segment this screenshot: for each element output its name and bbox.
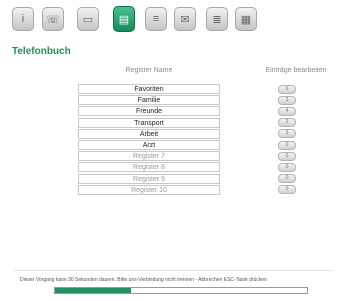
edit-entries-button[interactable]: 0	[278, 174, 296, 184]
edit-entries-button[interactable]: 0	[278, 162, 296, 172]
register-row[interactable]: Arzt	[78, 140, 220, 150]
answering-machine-icon[interactable]: ▭	[77, 7, 99, 31]
register-row[interactable]: Register 7	[78, 151, 220, 162]
edit-entries-button[interactable]: 2	[278, 118, 296, 128]
register-row[interactable]: Register 9	[78, 173, 220, 184]
column-header-register-name: Register Name	[125, 67, 173, 74]
telephone-icon[interactable]: ☏	[42, 7, 64, 31]
system-icon[interactable]: ▦	[235, 7, 257, 31]
edit-entries-button[interactable]: 4	[278, 106, 296, 116]
edit-entries-button[interactable]: 6	[278, 84, 296, 94]
progress-fill	[55, 288, 131, 293]
edit-entries-button[interactable]: 0	[278, 151, 296, 161]
column-header-edit-entries: Einträge bearbeiten	[265, 67, 327, 74]
main-toolbar: i ☏ ▭ ▤ ≡ ✉ ≣ ▦	[0, 0, 349, 40]
register-row[interactable]: Familie	[78, 95, 220, 106]
status-message: Dieser Vorgang kann 30 Sekunden dauern. …	[20, 277, 267, 283]
register-row[interactable]: Register 10	[78, 184, 220, 195]
register-row[interactable]: Favoriten	[78, 84, 220, 94]
edit-entries-button[interactable]: 0	[278, 185, 296, 195]
register-row[interactable]: Freunde	[78, 106, 220, 117]
progress-bar	[54, 287, 308, 294]
call-list-icon[interactable]: ≡	[145, 7, 167, 31]
phonebook-icon[interactable]: ▤	[113, 6, 135, 32]
edit-entries-button[interactable]: 0	[278, 140, 296, 150]
register-row[interactable]: Transport	[78, 117, 220, 128]
settings-icon[interactable]: ≣	[206, 7, 228, 31]
edit-entries-button[interactable]: 3	[278, 95, 296, 105]
messages-icon[interactable]: ✉	[174, 7, 196, 31]
register-row[interactable]: Register 8	[78, 162, 220, 173]
status-bar: Dieser Vorgang kann 30 Sekunden dauern. …	[14, 270, 334, 301]
register-row[interactable]: Arbeit	[78, 128, 220, 139]
info-icon[interactable]: i	[12, 7, 34, 31]
page-title: Telefonbuch	[12, 46, 71, 57]
edit-entries-button[interactable]: 3	[278, 129, 296, 139]
